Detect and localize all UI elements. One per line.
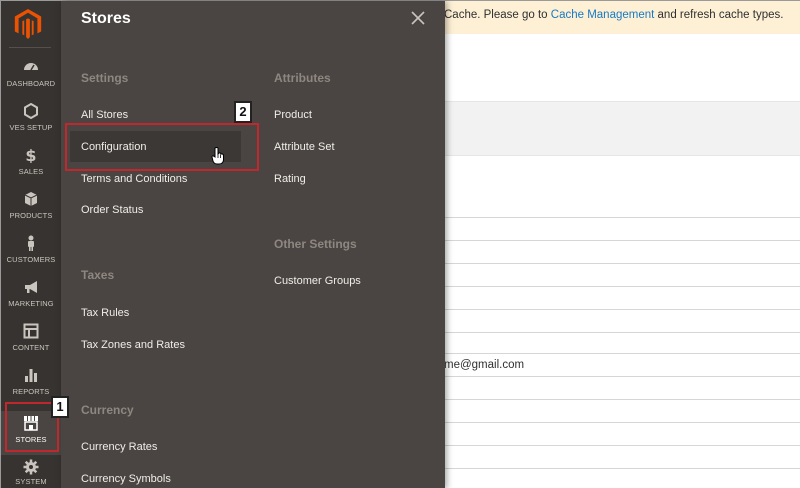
menu-item-order-status[interactable]: Order Status	[81, 204, 143, 216]
sidebar-item-system[interactable]: SYSTEM	[1, 459, 61, 488]
sidebar-item-products[interactable]: PRODUCTS	[1, 191, 61, 235]
bar-chart-icon	[25, 369, 37, 382]
table-row-divider	[441, 422, 800, 423]
table-row-divider	[441, 445, 800, 446]
sidebar-divider	[9, 47, 51, 48]
cache-management-link[interactable]: Cache Management	[551, 9, 655, 21]
menu-item-customer-groups[interactable]: Customer Groups	[274, 275, 361, 287]
person-icon	[28, 235, 34, 251]
table-row-divider	[441, 399, 800, 400]
section-title-currency: Currency	[81, 403, 134, 417]
sidebar-item-label: DASHBOARD	[6, 79, 56, 88]
menu-item-attribute-set[interactable]: Attribute Set	[274, 141, 335, 153]
sidebar-item-label: REPORTS	[12, 387, 50, 396]
table-row-divider	[441, 468, 800, 469]
layout-icon	[23, 323, 39, 339]
sidebar-item-label: PRODUCTS	[9, 211, 53, 220]
menu-title: Stores	[81, 10, 131, 27]
stores-menu-panel: Stores Settings All Stores Configuration…	[61, 1, 445, 488]
gear-icon	[23, 459, 39, 475]
sidebar-item-sales[interactable]: $ SALES	[1, 147, 61, 191]
page-content: Cache. Please go to Cache Management and…	[441, 1, 800, 488]
table-row-divider	[441, 309, 800, 310]
menu-item-tax-rules[interactable]: Tax Rules	[81, 307, 129, 319]
sidebar-item-label: VES SETUP	[9, 123, 53, 132]
customer-email: me@gmail.com	[444, 359, 525, 371]
menu-item-rating[interactable]: Rating	[274, 173, 306, 185]
table-row-divider	[441, 263, 800, 264]
menu-item-currency-symbols[interactable]: Currency Symbols	[81, 473, 171, 485]
dollar-icon: $	[25, 147, 36, 163]
sidebar-item-label: CONTENT	[12, 343, 50, 352]
cache-notice: Cache. Please go to Cache Management and…	[441, 1, 800, 34]
section-title-settings: Settings	[81, 71, 129, 85]
close-icon[interactable]	[409, 9, 427, 27]
sidebar-item-content[interactable]: CONTENT	[1, 323, 61, 367]
section-title-attributes: Attributes	[274, 71, 331, 85]
sidebar-item-label: CUSTOMERS	[6, 255, 56, 264]
table-row-divider	[441, 217, 800, 218]
hexagon-icon	[24, 103, 38, 119]
grid-header	[441, 101, 800, 156]
menu-item-all-stores[interactable]: All Stores	[81, 109, 128, 121]
dashboard-icon	[24, 63, 38, 71]
svg-text:$: $	[25, 147, 36, 163]
box-icon	[24, 192, 38, 206]
sidebar-item-customers[interactable]: CUSTOMERS	[1, 235, 61, 279]
section-title-taxes: Taxes	[81, 268, 115, 282]
table-row-divider	[441, 376, 800, 377]
menu-item-currency-rates[interactable]: Currency Rates	[81, 441, 157, 453]
sidebar-item-marketing[interactable]: MARKETING	[1, 279, 61, 323]
sidebar-item-label: SALES	[18, 167, 44, 176]
table-row-divider	[441, 286, 800, 287]
section-title-other-settings: Other Settings	[274, 237, 357, 251]
sidebar-item-label: MARKETING	[8, 299, 54, 308]
sidebar-item-dashboard[interactable]: DASHBOARD	[1, 59, 61, 103]
megaphone-icon	[25, 281, 37, 293]
callout-highlight-configuration	[65, 123, 259, 171]
table-row-divider	[441, 332, 800, 333]
callout-step-1: 1	[51, 396, 69, 418]
table-row-divider	[441, 240, 800, 241]
callout-step-2: 2	[234, 101, 252, 123]
notice-suffix: and refresh cache types.	[654, 9, 784, 21]
menu-item-terms-and-conditions[interactable]: Terms and Conditions	[81, 173, 187, 185]
sidebar-item-label: SYSTEM	[15, 477, 47, 486]
menu-item-product[interactable]: Product	[274, 109, 312, 121]
sidebar-item-ves-setup[interactable]: VES SETUP	[1, 103, 61, 147]
notice-prefix: Cache. Please go to	[444, 9, 551, 21]
table-row-divider	[441, 353, 800, 354]
menu-item-tax-zones-and-rates[interactable]: Tax Zones and Rates	[81, 339, 185, 351]
magento-logo[interactable]	[13, 8, 43, 40]
